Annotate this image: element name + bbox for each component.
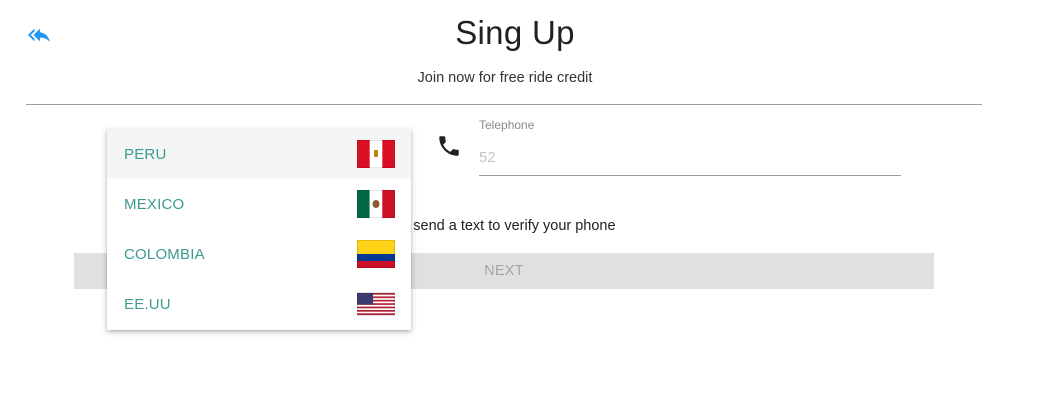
colombia-flag-icon: [357, 240, 395, 268]
country-option-peru[interactable]: PERU: [107, 129, 411, 179]
country-label: COLOMBIA: [124, 245, 205, 263]
peru-flag-icon: [357, 140, 395, 168]
telephone-input[interactable]: [479, 139, 901, 176]
verify-phone-text: l send a text to verify your phone: [406, 218, 616, 234]
country-option-mexico[interactable]: MEXICO: [107, 179, 411, 229]
header-divider: [26, 104, 982, 105]
country-option-colombia[interactable]: COLOMBIA: [107, 229, 411, 279]
country-label: MEXICO: [124, 195, 185, 213]
phone-icon: [436, 133, 462, 159]
telephone-label: Telephone: [479, 118, 535, 132]
page-subtitle: Join now for free ride credit: [417, 70, 593, 86]
country-option-usa[interactable]: EE.UU: [107, 279, 411, 329]
page-title: Sing Up: [455, 14, 575, 51]
country-label: PERU: [124, 145, 167, 163]
usa-flag-icon: [357, 290, 395, 318]
country-dropdown: PERU MEXICO COLOMBIA EE.UU: [107, 129, 411, 330]
mexico-flag-icon: [357, 190, 395, 218]
country-label: EE.UU: [124, 295, 171, 313]
